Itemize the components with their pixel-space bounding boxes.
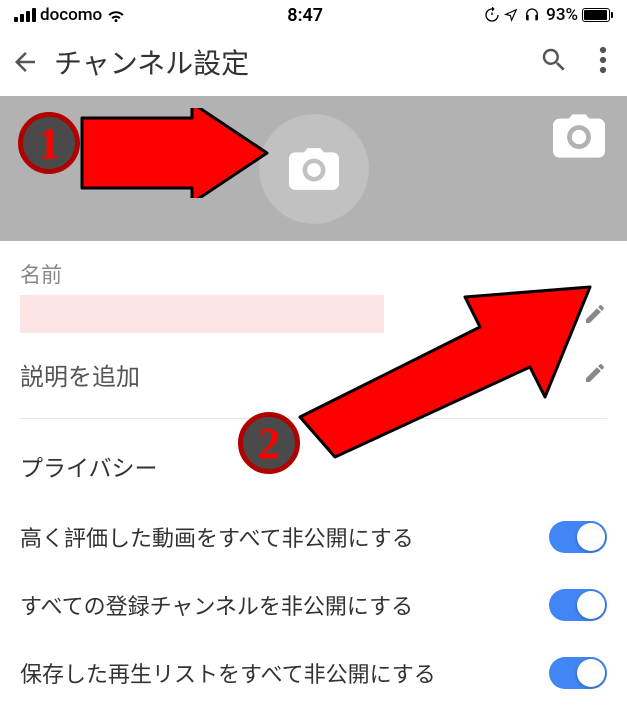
privacy-header: プライバシー: [0, 419, 627, 503]
page-title: チャンネル設定: [54, 42, 539, 82]
toggle-playlists[interactable]: [549, 657, 607, 689]
location-icon: [504, 7, 518, 23]
privacy-row-subscriptions: すべての登録チャンネルを非公開にする: [0, 571, 627, 639]
carrier-label: docomo: [40, 5, 102, 25]
channel-banner[interactable]: [0, 96, 627, 241]
toggle-subscriptions[interactable]: [549, 589, 607, 621]
back-button[interactable]: [10, 47, 54, 77]
privacy-row-playlists: 保存した再生リストをすべて非公開にする: [0, 639, 627, 707]
camera-icon: [553, 114, 605, 158]
more-vert-icon: [599, 45, 607, 75]
rotation-lock-icon: [484, 7, 500, 23]
signal-icon: [14, 8, 36, 22]
avatar-upload[interactable]: [259, 114, 369, 224]
pencil-icon: [583, 361, 607, 385]
battery-icon: [582, 8, 613, 22]
description-placeholder[interactable]: 説明を追加: [20, 357, 140, 392]
status-left: docomo: [14, 5, 126, 25]
app-bar: チャンネル設定: [0, 28, 627, 96]
description-section: 説明を追加: [0, 345, 627, 418]
banner-camera-button[interactable]: [553, 114, 605, 158]
edit-name-button[interactable]: [583, 302, 607, 330]
status-time: 8:47: [287, 5, 323, 26]
arrow-left-icon: [10, 47, 40, 77]
name-label: 名前: [20, 259, 607, 289]
toggle-label: 保存した再生リストをすべて非公開にする: [20, 657, 436, 689]
status-right: 93%: [484, 5, 613, 25]
more-button[interactable]: [599, 45, 607, 79]
search-icon: [539, 45, 569, 75]
toggle-label: すべての登録チャンネルを非公開にする: [20, 589, 413, 621]
name-value[interactable]: [20, 295, 384, 333]
wifi-icon: [106, 7, 126, 23]
privacy-row-liked: 高く評価した動画をすべて非公開にする: [0, 503, 627, 571]
status-bar: docomo 8:47 93%: [0, 0, 627, 28]
edit-description-button[interactable]: [583, 361, 607, 389]
name-section: 名前: [0, 241, 627, 345]
toggle-liked-videos[interactable]: [549, 521, 607, 553]
pencil-icon: [583, 302, 607, 326]
toggle-label: 高く評価した動画をすべて非公開にする: [20, 521, 414, 553]
camera-icon: [289, 147, 339, 191]
headphones-icon: [522, 7, 542, 23]
battery-pct: 93%: [546, 5, 578, 25]
search-button[interactable]: [539, 45, 569, 79]
